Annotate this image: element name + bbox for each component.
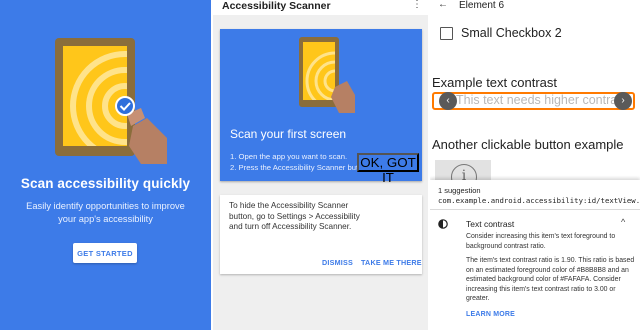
take-me-there-button[interactable]: TAKE ME THERE — [361, 258, 422, 267]
overflow-menu-icon[interactable]: ⋮ — [412, 0, 422, 10]
highlighted-element-outline[interactable]: This text needs higher contrast — [432, 92, 635, 110]
suggestion-count: 1 suggestion — [438, 186, 481, 195]
hide-scanner-text: To hide the Accessibility Scanner button… — [229, 201, 360, 231]
phone-scan-illustration — [299, 37, 355, 113]
onboarding-headline: Scan accessibility quickly — [20, 176, 191, 191]
back-arrow-icon[interactable]: ← — [438, 0, 448, 10]
learn-more-link[interactable]: LEARN MORE — [466, 311, 515, 318]
low-contrast-text: This text needs higher contrast — [456, 93, 627, 107]
detail-top-bar: ← Element 6 — [430, 0, 640, 14]
checkbox-label: Small Checkbox 2 — [461, 26, 562, 40]
suggestion-details: The item's text contrast ratio is 1.90. … — [466, 257, 635, 302]
dismiss-button[interactable]: DISMISS — [322, 258, 353, 267]
app-bar: Accessibility Scanner ⋮ — [213, 0, 428, 15]
ok-got-it-button[interactable]: OK, GOT IT — [357, 153, 419, 185]
view-id-text: com.example.android.accessibility:id/tex… — [438, 196, 640, 205]
onboarding-subtext: Easily identify opportunities to improve… — [26, 201, 185, 224]
contrast-icon — [438, 219, 448, 229]
onboarding-panel: Scan accessibility quickly Easily identi… — [0, 0, 211, 330]
scan-card-steps: 1. Open the app you want to scan. 2. Pre… — [230, 151, 369, 173]
scanner-home-panel: Accessibility Scanner ⋮ Scan your first … — [213, 0, 428, 330]
tablet-scan-illustration — [55, 38, 167, 164]
small-checkbox[interactable] — [440, 27, 453, 40]
collapse-chevron-icon[interactable]: ^ — [621, 217, 625, 227]
another-button-heading: Another clickable button example — [432, 137, 624, 152]
example-contrast-heading: Example text contrast — [432, 75, 557, 90]
element-title: Element 6 — [459, 0, 505, 11]
scan-card-title: Scan your first screen — [230, 127, 347, 141]
hide-scanner-card: To hide the Accessibility Scanner button… — [220, 195, 422, 274]
scan-step-1: 1. Open the app you want to scan. — [230, 152, 348, 161]
get-started-button[interactable]: GET STARTED — [73, 243, 137, 263]
suggestion-summary: Consider increasing this item's text for… — [466, 233, 616, 250]
sheet-divider — [430, 209, 640, 210]
app-title: Accessibility Scanner — [222, 0, 331, 12]
suggestions-sheet: 1 suggestion com.example.android.accessi… — [430, 180, 640, 330]
next-element-button[interactable]: › — [614, 92, 632, 110]
element-detail-panel: ← Element 6 Small Checkbox 2 Example tex… — [430, 0, 640, 330]
suggestion-title: Text contrast — [466, 219, 515, 229]
scan-step-2: 2. Press the Accessibility Scanner butto… — [230, 163, 369, 172]
previous-element-button[interactable]: ‹ — [439, 92, 457, 110]
